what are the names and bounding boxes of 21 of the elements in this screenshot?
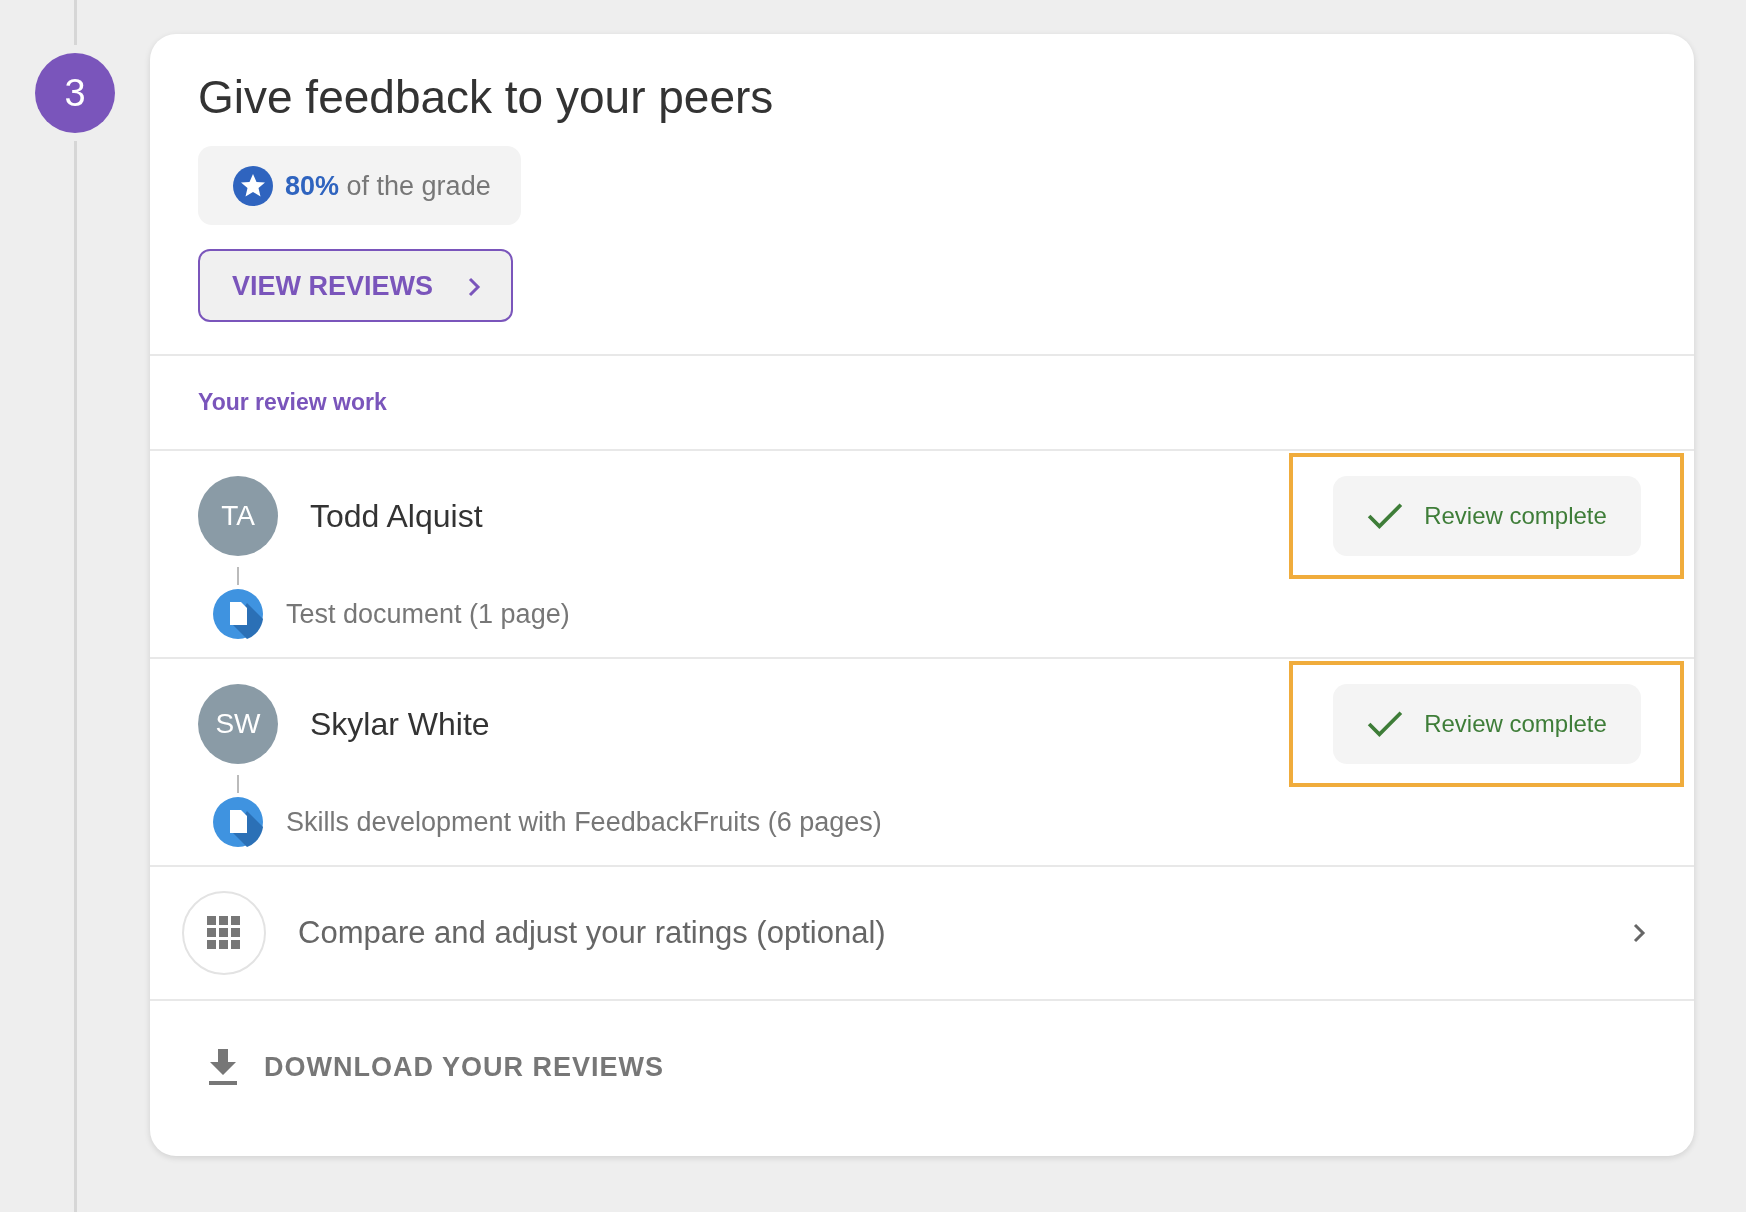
- section-label: Your review work: [150, 356, 1694, 451]
- avatar: TA: [198, 476, 278, 556]
- avatar: SW: [198, 684, 278, 764]
- download-reviews-button[interactable]: DOWNLOAD YOUR REVIEWS: [208, 1039, 664, 1095]
- document-link[interactable]: Skills development with FeedbackFruits (6 pages): [286, 806, 882, 838]
- grid-icon: [207, 916, 241, 950]
- document-icon: [213, 797, 263, 847]
- reviewee-name: Todd Alquist: [310, 497, 484, 535]
- grade-text: 80% of the grade: [285, 170, 491, 202]
- chevron-right-icon: [1632, 922, 1646, 944]
- step-number-badge: 3: [35, 53, 115, 133]
- card-title: Give feedback to your peers: [198, 70, 774, 124]
- review-status-badge: Review complete: [1332, 476, 1641, 556]
- document-link[interactable]: Test document (1 page): [286, 598, 570, 630]
- document-icon: [213, 589, 263, 639]
- review-status-badge: Review complete: [1332, 684, 1641, 764]
- compare-ratings-row[interactable]: Compare and adjust your ratings (optional): [150, 867, 1694, 1001]
- download-icon: [208, 1049, 238, 1085]
- chevron-right-icon: [467, 275, 482, 298]
- reviewee-name: Skylar White: [310, 705, 491, 743]
- view-reviews-button[interactable]: VIEW REVIEWS: [198, 249, 514, 322]
